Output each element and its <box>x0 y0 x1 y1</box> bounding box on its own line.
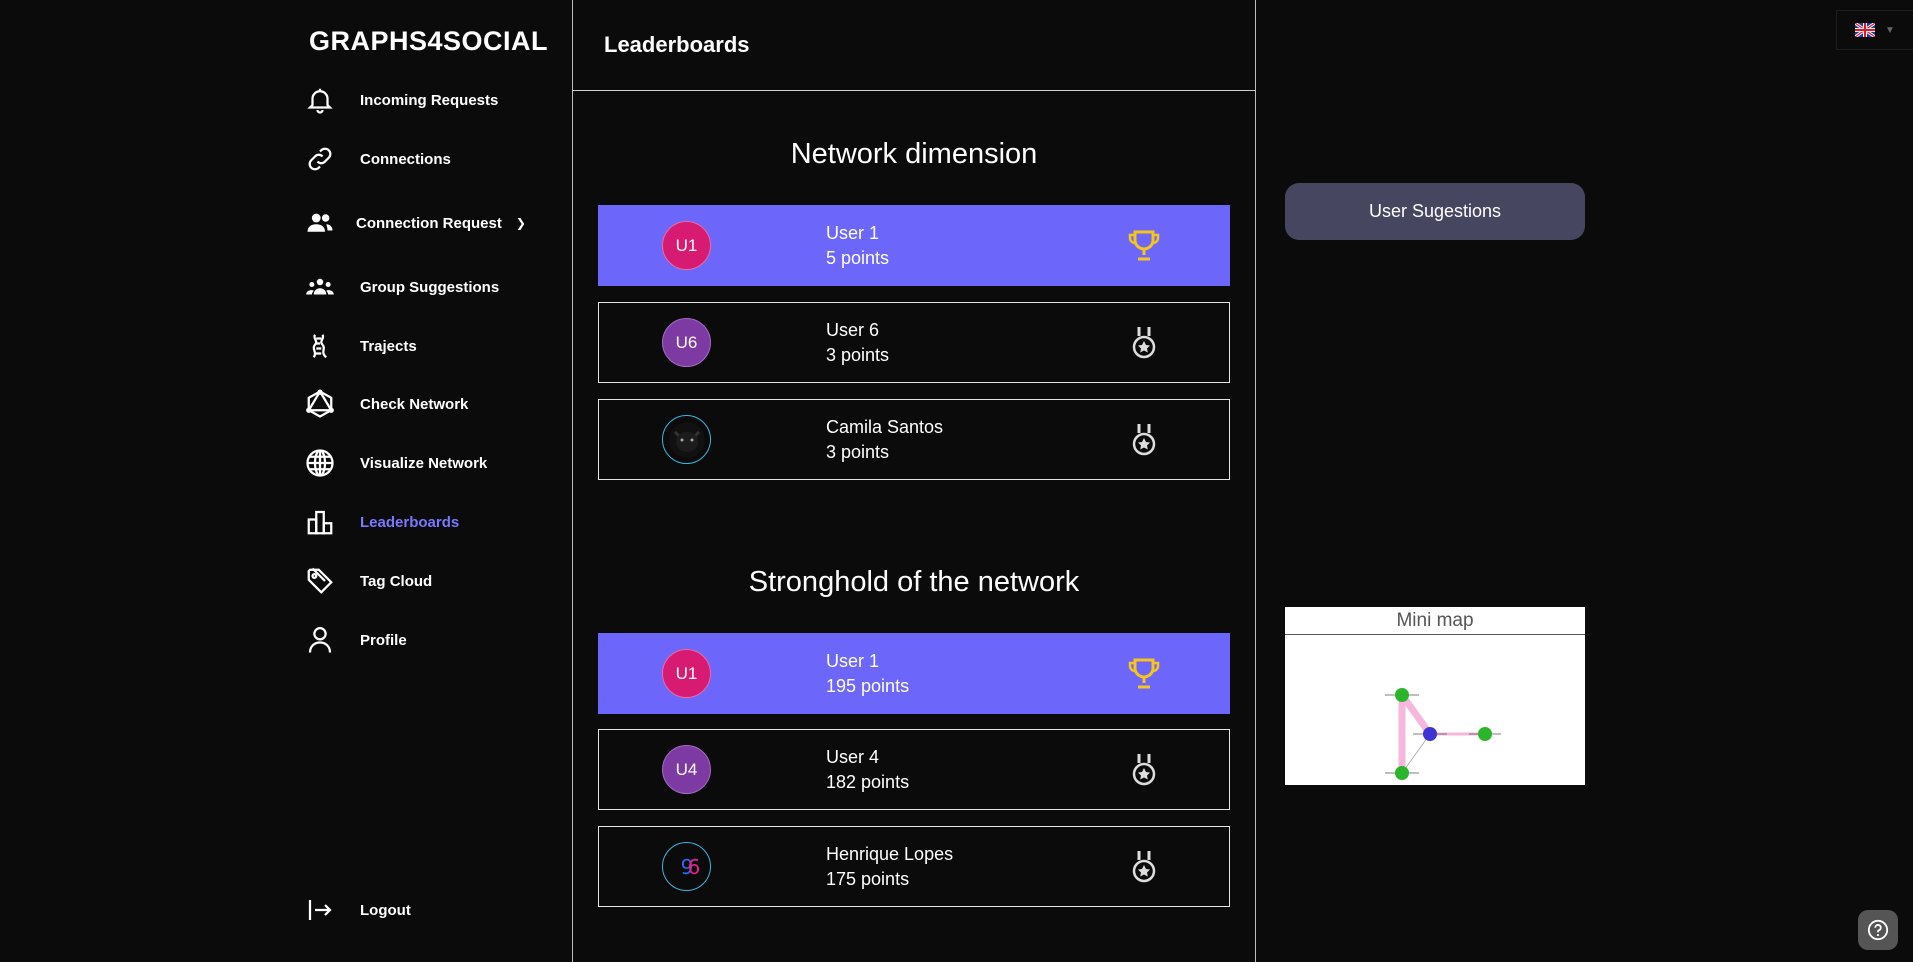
sidebar-item-label: Trajects <box>360 337 417 355</box>
avatar: U4 <box>662 745 711 794</box>
sidebar-item-label: Connections <box>360 150 451 168</box>
leaderboard-icon <box>300 502 340 542</box>
entry-name: User 6 <box>826 320 880 340</box>
leaderboard-entry[interactable]: 9 6 Henrique Lopes 175 points <box>598 826 1230 907</box>
trophy-icon <box>1128 658 1160 689</box>
sidebar-item-label: Incoming Requests <box>360 91 499 109</box>
mini-map[interactable]: Mini map <box>1285 607 1585 785</box>
sidebar-item-label: Check Network <box>360 395 469 413</box>
medal-icon <box>1132 424 1156 456</box>
graph-node <box>1423 727 1437 741</box>
group-icon <box>300 267 340 307</box>
sidebar-item-profile[interactable]: Profile <box>300 620 407 660</box>
main-header: Leaderboards <box>573 0 1255 91</box>
sidebar-item-trajects[interactable]: Trajects <box>300 326 417 366</box>
medal-icon <box>1132 851 1156 883</box>
sidebar-item-label: Tag Cloud <box>360 572 433 590</box>
link-icon <box>300 139 340 179</box>
leaderboard-entry[interactable]: Camila Santos 3 points <box>598 399 1230 480</box>
leaderboard-entry[interactable]: U6 User 6 3 points <box>598 302 1230 383</box>
entry-name: User 4 <box>826 747 880 767</box>
entry-points: 195 points <box>826 676 910 696</box>
avatar-photo: 9 6 <box>668 848 705 885</box>
help-icon <box>1867 919 1889 941</box>
caret-down-icon: ▼ <box>1885 24 1895 36</box>
user-suggestions-button[interactable]: User Sugestions <box>1285 183 1585 240</box>
graph-node <box>1395 688 1409 702</box>
sidebar-item-label: Visualize Network <box>360 454 488 472</box>
logout-button[interactable]: Logout <box>300 890 411 930</box>
trophy-icon <box>1128 230 1160 261</box>
network-icon <box>300 384 340 424</box>
sidebar-item-leaderboards[interactable]: Leaderboards <box>300 502 459 542</box>
sidebar-item-label: Profile <box>360 631 407 649</box>
sidebar-item-connections[interactable]: Connections <box>300 139 451 179</box>
help-button[interactable] <box>1858 910 1898 950</box>
leaderboard-entry[interactable]: U4 User 4 182 points <box>598 729 1230 810</box>
leaderboard-entry[interactable]: U1 User 1 5 points <box>598 205 1230 286</box>
person-icon <box>300 620 340 660</box>
sidebar-item-label: Connection Request <box>356 214 502 232</box>
sidebar-item-label: Leaderboards <box>360 513 460 531</box>
mini-map-title: Mini map <box>1285 607 1585 635</box>
medal-icon <box>1132 327 1156 359</box>
traject-icon <box>300 326 340 366</box>
avatar: U1 <box>662 649 711 698</box>
leaderboard-entry[interactable]: U1 User 1 195 points <box>598 633 1230 714</box>
bell-icon <box>300 80 340 120</box>
avatar-photo <box>668 421 705 458</box>
uk-flag-icon <box>1855 23 1876 37</box>
entry-points: 5 points <box>826 248 890 268</box>
users-icon <box>300 203 340 243</box>
globe-icon <box>300 443 340 483</box>
sidebar: GRAPHS4SOCIAL Incoming Requests Connecti… <box>0 0 572 962</box>
graph-node <box>1478 727 1492 741</box>
chevron-down-icon[interactable]: ❯ <box>516 216 526 230</box>
graph-node <box>1395 766 1409 780</box>
avatar <box>662 415 711 464</box>
mini-map-graph <box>1385 688 1501 780</box>
entry-points: 3 points <box>826 345 890 365</box>
sidebar-item-label: Group Suggestions <box>360 278 500 296</box>
main-divider <box>1255 0 1256 962</box>
entry-name: Henrique Lopes <box>826 844 954 864</box>
sidebar-item-group-suggestions[interactable]: Group Suggestions <box>300 267 499 307</box>
avatar: U1 <box>662 221 711 270</box>
entry-name: User 1 <box>826 651 880 671</box>
sidebar-item-incoming-requests[interactable]: Incoming Requests <box>300 80 498 120</box>
logout-label: Logout <box>360 901 411 919</box>
sidebar-item-visualize-network[interactable]: Visualize Network <box>300 443 487 483</box>
sidebar-item-tag-cloud[interactable]: Tag Cloud <box>300 561 432 601</box>
entry-name: Camila Santos <box>826 417 944 437</box>
svg-text:6: 6 <box>687 855 700 879</box>
language-selector[interactable]: ▼ <box>1836 10 1913 50</box>
logout-icon <box>300 890 340 930</box>
entry-points: 182 points <box>826 772 910 792</box>
tag-icon <box>300 561 340 601</box>
section-title-stronghold: Stronghold of the network <box>748 566 1080 598</box>
avatar: 9 6 <box>662 842 711 891</box>
sidebar-item-connection-request[interactable]: Connection Request ❯ <box>300 203 526 243</box>
entry-points: 3 points <box>826 442 890 462</box>
main-content: Leaderboards Network dimension U1 User 1… <box>573 0 1255 962</box>
brand-logo[interactable]: GRAPHS4SOCIAL <box>309 26 548 57</box>
entry-points: 175 points <box>826 869 910 889</box>
page-title: Leaderboards <box>604 32 750 57</box>
section-title-network-dimension: Network dimension <box>790 138 1038 170</box>
sidebar-item-check-network[interactable]: Check Network <box>300 384 468 424</box>
entry-name: User 1 <box>826 223 880 243</box>
medal-icon <box>1132 754 1156 786</box>
avatar: U6 <box>662 318 711 367</box>
